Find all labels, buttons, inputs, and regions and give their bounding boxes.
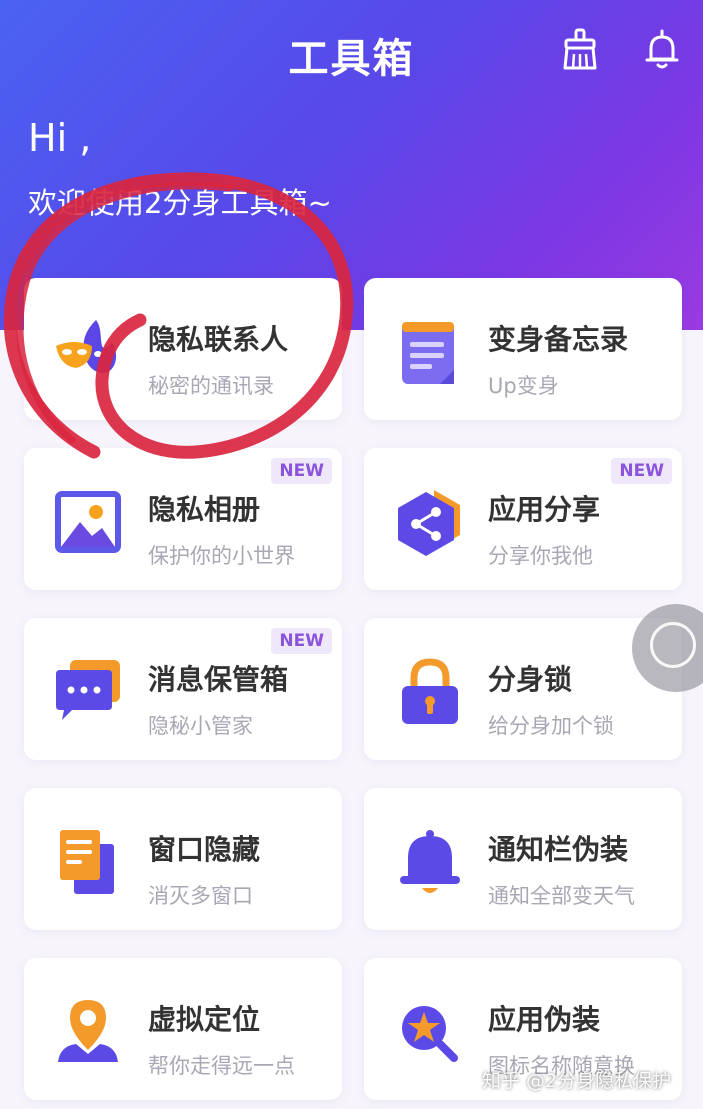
- new-badge: NEW: [271, 458, 332, 484]
- tool-name: 应用分享: [488, 493, 601, 526]
- tool-card-private-album[interactable]: NEW 隐私相册 保护你的小世界: [24, 448, 342, 590]
- tool-name: 变身备忘录: [488, 323, 629, 356]
- tool-name: 虚拟定位: [148, 1003, 261, 1036]
- tool-card-memo[interactable]: 变身备忘录 Up变身: [364, 278, 682, 420]
- tool-name: 消息保管箱: [148, 663, 289, 696]
- message-icon: [56, 660, 120, 720]
- share-icon: [398, 490, 460, 556]
- tool-desc: 隐秘小管家: [148, 714, 253, 738]
- bell-icon[interactable]: [642, 28, 682, 72]
- photo-icon: [55, 491, 121, 553]
- notification-bell-icon: [400, 830, 460, 893]
- mask-icon: [56, 320, 117, 374]
- tool-desc: Up变身: [488, 374, 559, 398]
- disguise-icon: [402, 1006, 458, 1062]
- tool-desc: 给分身加个锁: [488, 714, 614, 738]
- tool-name: 应用伪装: [488, 1003, 601, 1036]
- new-badge: NEW: [271, 628, 332, 654]
- tool-card-window-hide[interactable]: 窗口隐藏 消灭多窗口: [24, 788, 342, 930]
- tool-name: 通知栏伪装: [488, 833, 629, 866]
- tool-card-private-contacts[interactable]: 隐私联系人 秘密的通讯录: [24, 278, 342, 420]
- tool-desc: 帮你走得远一点: [148, 1054, 295, 1078]
- new-badge: NEW: [611, 458, 672, 484]
- tool-name: 窗口隐藏: [148, 833, 261, 866]
- tool-name: 隐私联系人: [148, 323, 289, 356]
- assist-ring-icon: [650, 622, 696, 668]
- tool-name: 分身锁: [488, 663, 573, 696]
- tool-desc: 消灭多窗口: [148, 884, 253, 908]
- welcome-text: 欢迎使用2分身工具箱~: [28, 186, 332, 220]
- location-icon: [58, 1000, 118, 1062]
- tool-desc: 通知全部变天气: [488, 884, 635, 908]
- tool-desc: 分享你我他: [488, 544, 593, 568]
- tool-desc: 保护你的小世界: [148, 544, 295, 568]
- tool-card-virtual-location[interactable]: 虚拟定位 帮你走得远一点: [24, 958, 342, 1100]
- tool-name: 隐私相册: [148, 493, 261, 526]
- broom-icon[interactable]: [560, 28, 600, 72]
- memo-icon: [402, 322, 454, 384]
- tool-card-notification-disguise[interactable]: 通知栏伪装 通知全部变天气: [364, 788, 682, 930]
- tool-desc: 秘密的通讯录: [148, 374, 274, 398]
- greeting-text: Hi ,: [28, 116, 92, 160]
- tool-card-message-box[interactable]: NEW 消息保管箱 隐秘小管家: [24, 618, 342, 760]
- window-icon: [60, 830, 114, 894]
- tool-card-app-share[interactable]: NEW 应用分享 分享你我他: [364, 448, 682, 590]
- lock-icon: [402, 658, 458, 724]
- watermark-text: 知乎 @2分身隐私保护: [482, 1070, 672, 1092]
